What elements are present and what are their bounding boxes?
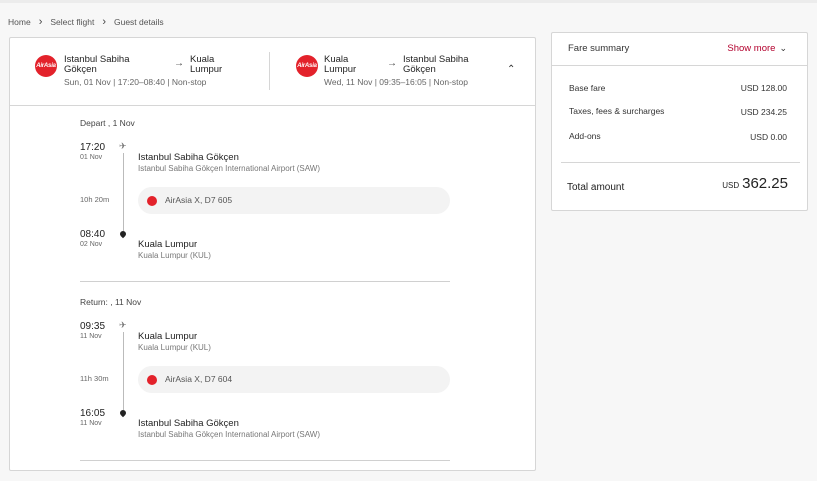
flight-details-card: AirAsia Istanbul Sabiha Gökçen → Kuala L… (9, 37, 536, 471)
airline-logo: AirAsia (296, 55, 318, 77)
chevron-down-icon: ⌄ (779, 43, 787, 53)
inbound-meta: Wed, 11 Nov | 09:35–16:05 | Non-stop (324, 77, 468, 87)
total-amount-label: Total amount (567, 182, 625, 193)
breadcrumb-home[interactable]: Home (8, 17, 31, 27)
depart-arr-time: 08:40 (80, 229, 106, 240)
plane-icon: ✈ (119, 141, 127, 151)
base-fare-value: USD 128.00 (740, 83, 787, 93)
timeline-line (123, 153, 124, 231)
depart-arr-place: Kuala Lumpur (138, 239, 198, 250)
trip-summary[interactable]: AirAsia Istanbul Sabiha Gökçen → Kuala L… (10, 38, 535, 106)
addons-value: USD 0.00 (750, 132, 787, 142)
depart-dep-airport: Istanbul Sabiha Gökçen International Air… (138, 164, 321, 173)
depart-flight-number: AirAsia X, D7 605 (165, 195, 233, 205)
return-arr-date: 11 Nov (80, 420, 102, 427)
taxes-value: USD 234.25 (740, 107, 787, 117)
depart-arr-date: 02 Nov (80, 241, 103, 248)
fare-divider (561, 162, 800, 163)
return-dep-airport: Kuala Lumpur (KUL) (138, 343, 211, 352)
arrow-right-icon: → (387, 58, 397, 69)
taxes-label: Taxes, fees & surcharges (569, 106, 665, 116)
arrow-right-icon: → (174, 58, 184, 69)
section-divider (80, 460, 450, 461)
chevron-right-icon: › (102, 16, 106, 28)
depart-arr-airport: Kuala Lumpur (KUL) (138, 251, 211, 260)
depart-duration: 10h 20m (80, 195, 110, 204)
show-more-button[interactable]: Show more ⌄ (727, 43, 787, 54)
return-dep-time: 09:35 (80, 321, 106, 332)
timeline-line (123, 332, 124, 410)
leg-divider (269, 52, 270, 90)
depart-dep-time: 17:20 (80, 142, 106, 153)
return-label: Return: , 11 Nov (80, 297, 142, 307)
show-more-label: Show more (727, 43, 776, 54)
airline-logo-icon (147, 196, 157, 206)
return-flight-pill: AirAsia X, D7 604 (138, 366, 450, 393)
location-pin-icon (118, 408, 128, 418)
inbound-origin: Kuala Lumpur (324, 54, 357, 75)
depart-label: Depart , 1 Nov (80, 118, 135, 128)
airline-logo-icon (147, 375, 157, 385)
return-duration: 11h 30m (80, 374, 109, 383)
outbound-destination: Kuala Lumpur (190, 54, 223, 75)
total-amount-value: 362.25 (742, 175, 788, 192)
chevron-up-icon[interactable]: ⌃ (507, 64, 515, 75)
outbound-origin: Istanbul Sabiha Gökçen (64, 54, 130, 75)
outbound-meta: Sun, 01 Nov | 17:20–08:40 | Non-stop (64, 77, 207, 87)
base-fare-label: Base fare (569, 83, 606, 93)
return-arr-airport: Istanbul Sabiha Gökçen International Air… (138, 430, 321, 439)
chevron-right-icon: › (38, 16, 43, 28)
inbound-destination: Istanbul Sabiha Gökçen (403, 54, 469, 75)
return-flight-number: AirAsia X, D7 604 (165, 374, 233, 384)
breadcrumb-select-flight[interactable]: Select flight (50, 17, 94, 27)
fare-summary-title: Fare summary (568, 43, 630, 54)
fare-summary-card: Fare summary Show more ⌄ Base fare USD 1… (551, 32, 808, 211)
return-arr-place: Istanbul Sabiha Gökçen (138, 418, 239, 429)
return-dep-place: Kuala Lumpur (138, 331, 198, 342)
return-dep-date: 11 Nov (80, 333, 102, 340)
depart-dep-place: Istanbul Sabiha Gökçen (138, 152, 239, 163)
airline-logo: AirAsia (35, 55, 57, 77)
breadcrumb-guest-details: Guest details (113, 17, 164, 27)
section-divider (80, 281, 450, 282)
depart-flight-pill: AirAsia X, D7 605 (138, 187, 450, 214)
addons-label: Add-ons (569, 131, 601, 141)
top-divider (0, 0, 817, 3)
fare-divider (552, 65, 807, 66)
total-currency: USD (722, 181, 740, 190)
breadcrumb: Home › Select flight › Guest details (8, 16, 164, 28)
plane-icon: ✈ (119, 320, 127, 330)
location-pin-icon (118, 229, 128, 239)
depart-dep-date: 01 Nov (80, 154, 103, 161)
total-amount: USD 362.25 (722, 175, 788, 192)
return-arr-time: 16:05 (80, 408, 106, 419)
